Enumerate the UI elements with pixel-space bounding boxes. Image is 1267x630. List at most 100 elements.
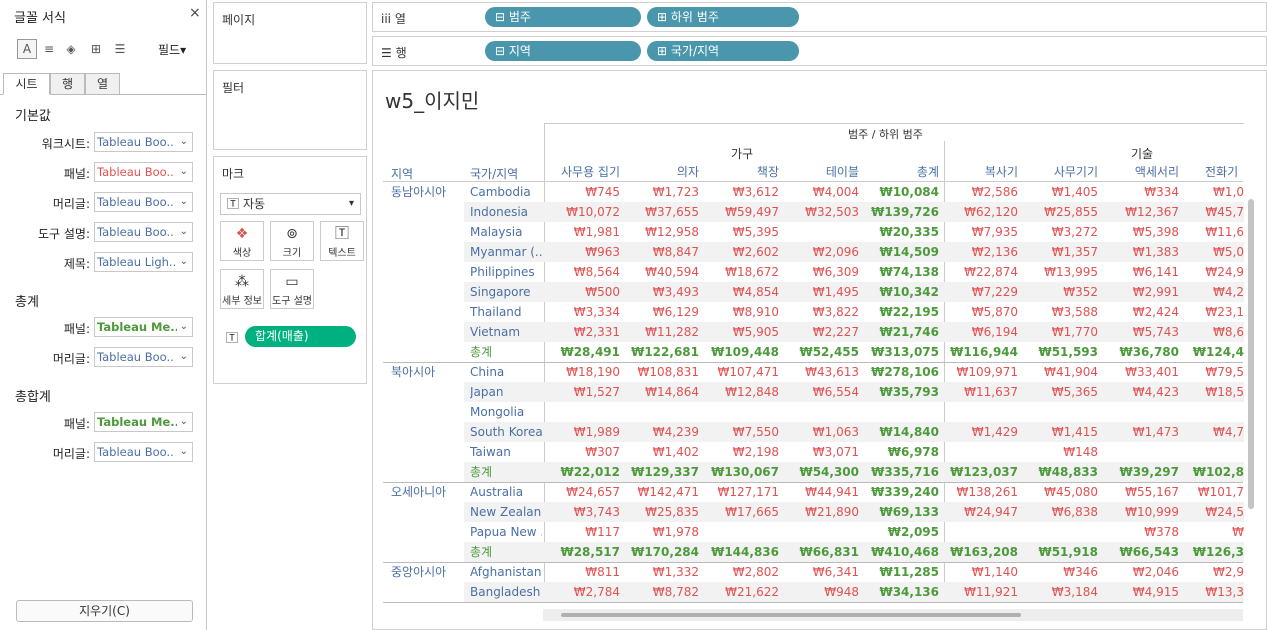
font-select[interactable]: Tableau Boo.. ⌄ [94,222,193,242]
filters-card[interactable]: 필터 [213,70,367,150]
subtotal-label[interactable]: 총계 [470,462,542,482]
column-header[interactable]: 전화기 [1205,162,1266,182]
horizontal-scrollbar[interactable] [561,613,1021,617]
country-label[interactable]: Cambodia [470,182,542,202]
column-header[interactable]: 책장 [703,162,779,182]
column-header[interactable]: 액세서리 [1103,162,1179,182]
chevron-down-icon: ⌄ [179,351,188,362]
country-label[interactable]: Indonesia [470,202,542,222]
text-button[interactable]: 🅃 텍스트 [320,221,364,261]
borders-icon[interactable]: ⊞ [88,39,104,59]
align-icon[interactable]: ≡ [41,39,57,59]
pill-subcategory[interactable]: ⊞ 하위 범주 [647,7,799,27]
column-header[interactable]: 복사기 [942,162,1018,182]
format-row-label: 패널: [63,417,90,431]
font-select[interactable]: Tableau Boo.. ⌄ [94,132,193,152]
tab-columns[interactable]: 열 [85,73,120,95]
column-header[interactable]: 총계 [863,162,939,182]
cat-furniture: 가구 [731,147,754,161]
measure-pill[interactable]: 합계(매출) [245,326,356,347]
value-cell: ₩334 [1144,185,1179,199]
pill-region[interactable]: ⊟ 지역 [485,41,641,61]
country-label[interactable]: Afghanistan [470,562,542,582]
country-label[interactable]: Japan [470,382,542,402]
font-select-value: Tableau Boo.. [97,445,174,459]
value-cell: ₩6,194 [971,325,1018,339]
sheet-title: w5_이지민 [385,89,480,113]
section-totals: 총계 [15,295,39,310]
fields-dropdown[interactable]: 필드▾ [158,41,186,58]
tab-sheet[interactable]: 시트 [3,73,50,95]
region-label[interactable]: 중앙아시아 [391,562,446,582]
country-label[interactable]: Singapore [470,282,542,302]
country-label[interactable]: Malaysia [470,222,542,242]
detail-button[interactable]: ⁂ 세부 정보 [220,269,264,309]
font-select[interactable]: Tableau Me.. ⌄ [94,412,193,432]
value-cell: ₩1,0 [1213,185,1244,199]
column-header[interactable]: 테이블 [783,162,859,182]
value-cell: ₩12,848 [725,385,779,399]
country-label[interactable]: Vietnam [470,322,542,342]
value-cell: ₩948 [824,585,859,599]
format-row-label: 패널: [63,322,90,336]
column-header[interactable]: 사무용 집기 [544,162,620,182]
value-cell: ₩5,905 [732,325,779,339]
country-label[interactable]: South Korea [470,422,542,442]
font-select[interactable]: Tableau Boo.. ⌄ [94,442,193,462]
column-header[interactable]: 사무기기 [1022,162,1098,182]
value-cell: ₩7,229 [971,285,1018,299]
subtotal-cell: ₩66,831 [799,545,859,559]
country-label[interactable]: Taiwan [470,442,542,462]
subtotal-cell: ₩130,067 [711,465,779,479]
columns-shelf[interactable]: iii 열 ⊟ 범주 ⊞ 하위 범주 [372,2,1267,32]
country-label[interactable]: Australia [470,482,542,502]
country-label[interactable]: Papua New .. [470,522,542,542]
value-cell: ₩40,594 [645,265,699,279]
font-select[interactable]: Tableau Boo.. ⌄ [94,192,193,212]
region-label[interactable]: 동남아시아 [391,182,446,202]
font-select[interactable]: Tableau Me.. ⌄ [94,317,193,337]
region-label[interactable]: 오세아니아 [391,482,446,502]
subtotal-label[interactable]: 총계 [470,342,542,362]
country-label[interactable]: Bangladesh [470,582,542,602]
subtotal-label[interactable]: 총계 [470,542,542,562]
size-button[interactable]: ⊚ 크기 [270,221,314,261]
value-cell: ₩6,129 [652,305,699,319]
country-label[interactable]: Myanmar (.. [470,242,542,262]
pill-country[interactable]: ⊞ 국가/지역 [647,41,799,61]
region-label[interactable]: 북아시아 [391,362,435,382]
pill-region-label: 지역 [508,44,531,58]
clear-button[interactable]: 지우기(C) [16,600,193,622]
font-select[interactable]: Tableau Boo.. ⌄ [94,162,193,182]
close-icon[interactable]: × [189,5,201,21]
marks-title: 마크 [222,167,245,181]
vertical-scrollbar[interactable] [1248,199,1254,509]
pages-card[interactable]: 페이지 [213,2,367,64]
pill-category[interactable]: ⊟ 범주 [485,7,641,27]
country-label[interactable]: Mongolia [470,402,542,422]
tooltip-button[interactable]: ▭ 도구 설명 [270,269,314,309]
column-header[interactable]: 의자 [623,162,699,182]
value-cell: ₩3,743 [573,505,620,519]
value-cell: ₩10,072 [566,205,620,219]
mark-type-select[interactable]: 🅃 자동 ▾ [220,193,361,215]
lines-icon[interactable]: ☰ [112,39,128,59]
country-label[interactable]: New Zealand [470,502,542,522]
country-label[interactable]: China [470,362,542,382]
value-cell: ₩74,138 [879,265,939,279]
section-default: 기본값 [15,109,51,124]
country-label[interactable]: Thailand [470,302,542,322]
font-select[interactable]: Tableau Ligh.. ⌄ [94,252,193,272]
tab-rows[interactable]: 행 [50,73,85,95]
country-label[interactable]: Philippines [470,262,542,282]
text-icon: 🅃 [335,226,349,242]
font-select[interactable]: Tableau Boo.. ⌄ [94,347,193,367]
font-icon[interactable]: A [17,39,37,59]
value-cell: ₩10,999 [1125,505,1179,519]
rows-shelf[interactable]: ☰ 행 ⊟ 지역 ⊞ 국가/지역 [372,36,1267,66]
crosstab-view: w5_이지민 범주 / 하위 범주 가구 기술 지역 국가/지역 사무용 집기 의… [372,70,1267,630]
value-cell: ₩3,612 [732,185,779,199]
color-button[interactable]: ❖ 색상 [220,221,264,261]
shading-icon[interactable]: ◈ [63,39,79,59]
marks-card: 마크 🅃 자동 ▾ ❖ 색상 ⊚ 크기 🅃 텍스트 ⁂ 세부 정보 ▭ 도구 설명 🅃 합… [213,156,367,384]
